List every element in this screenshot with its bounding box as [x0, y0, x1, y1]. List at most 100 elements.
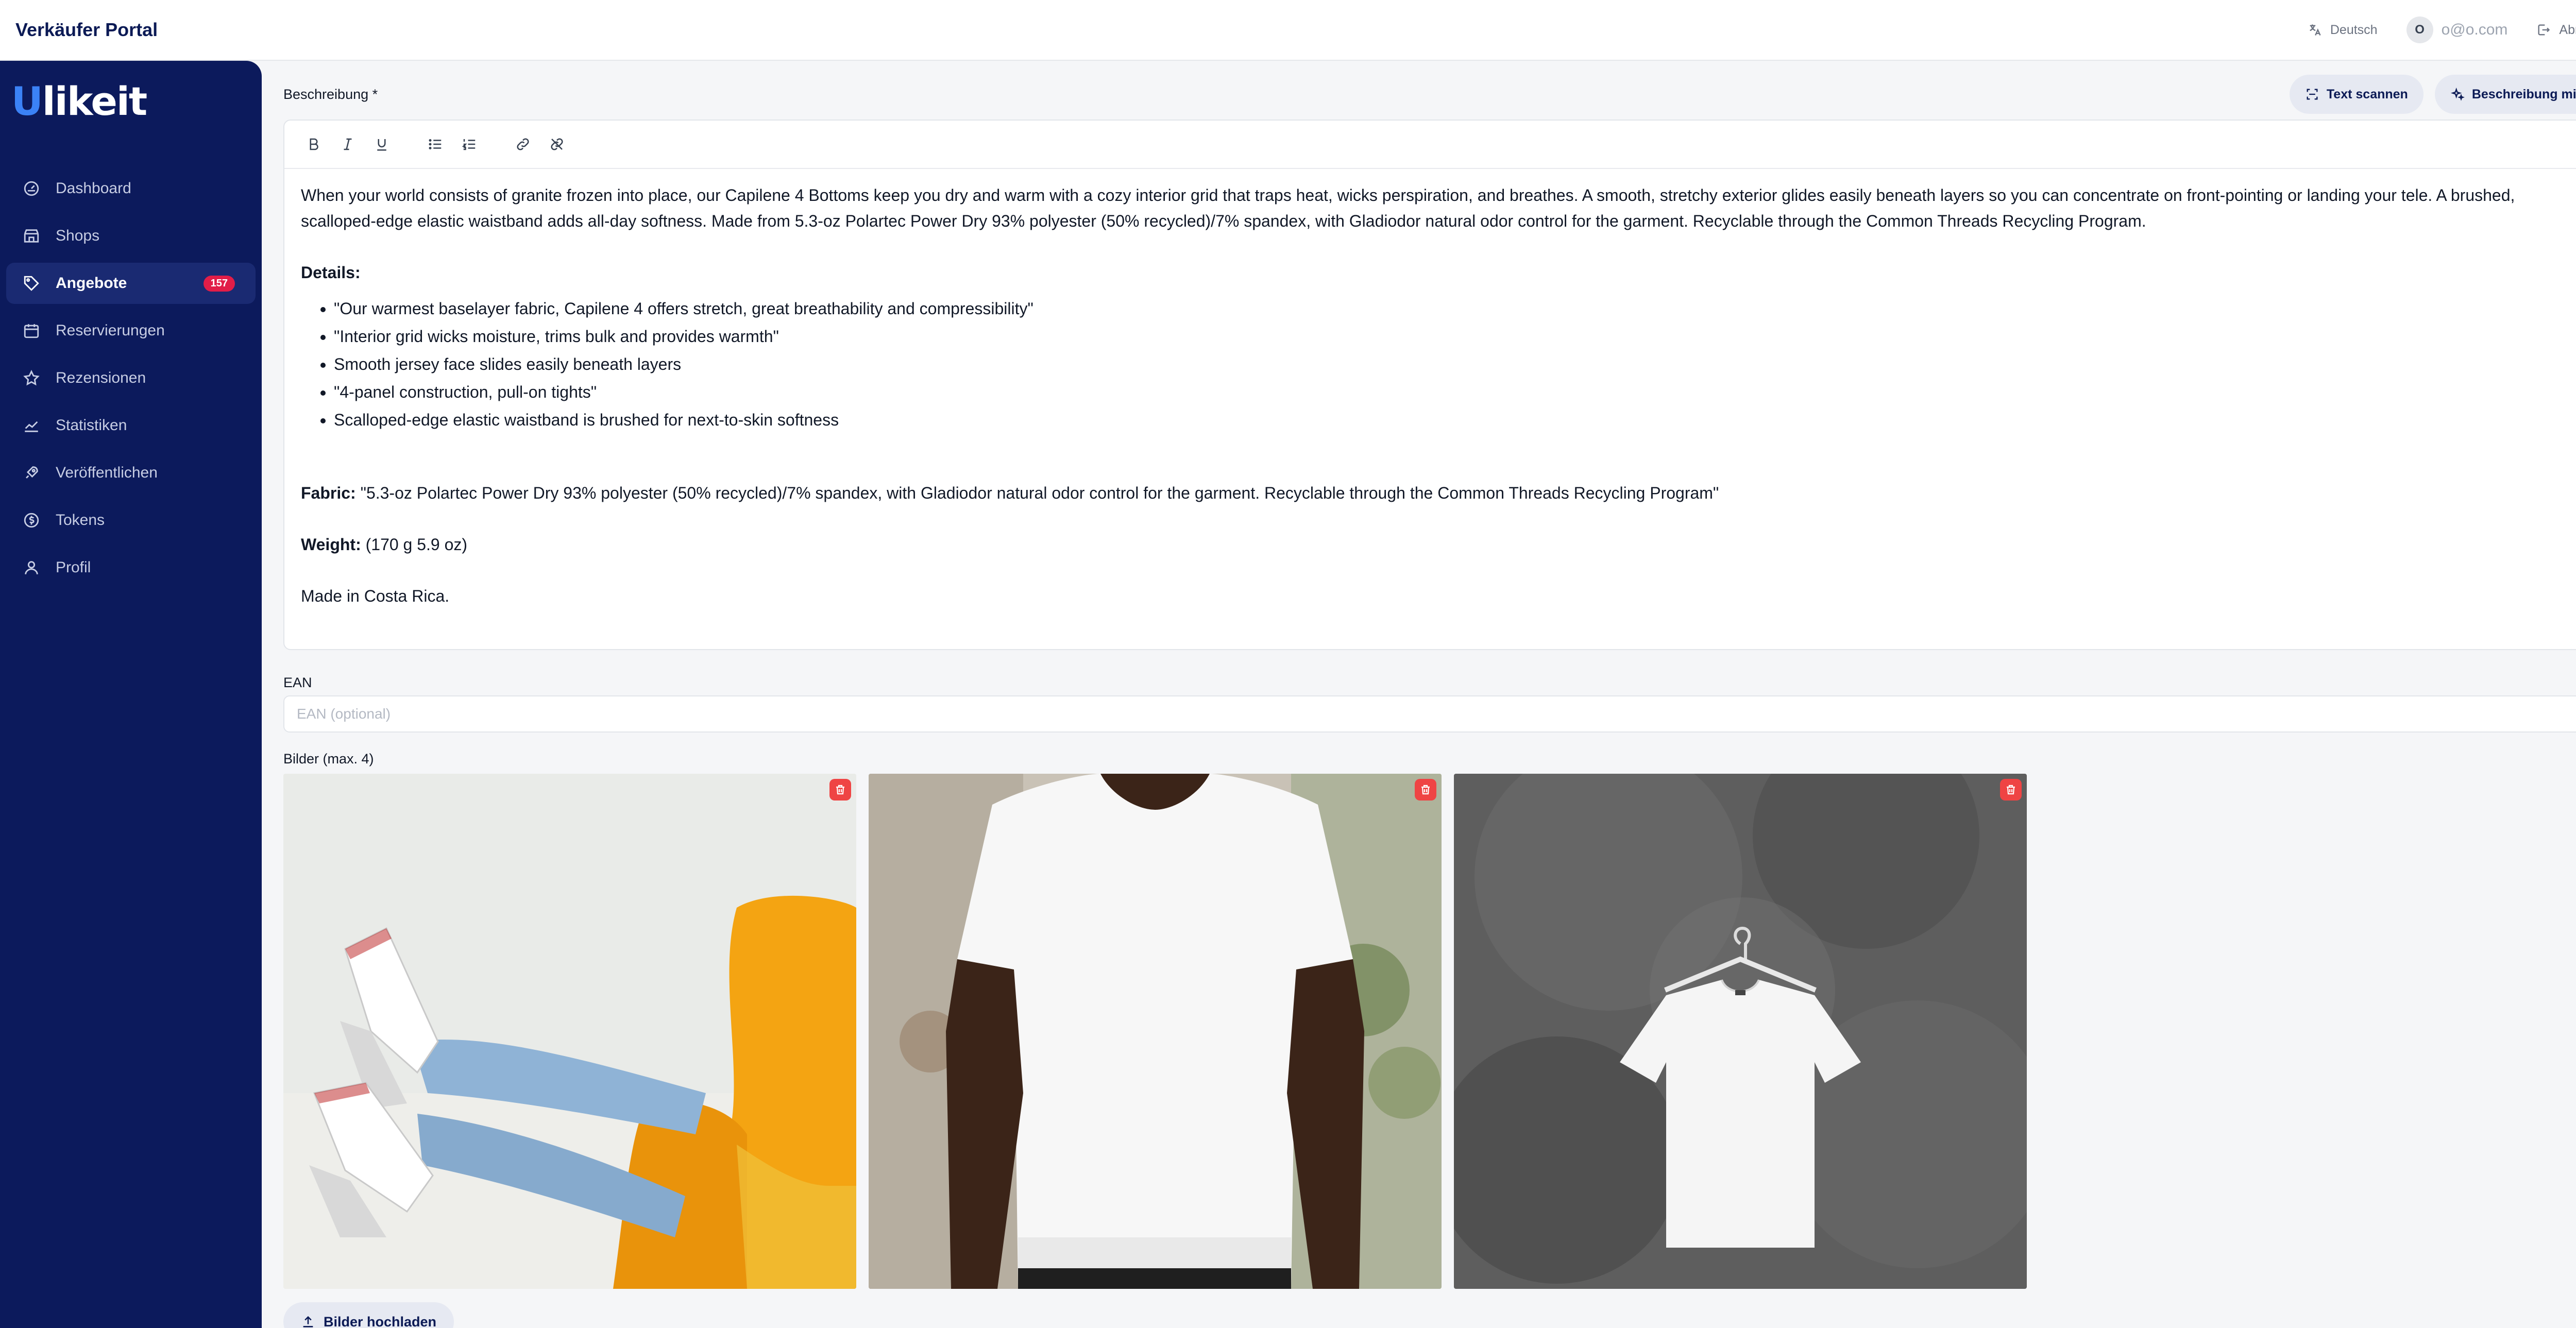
user-email: o@o.com	[2441, 21, 2508, 38]
bold-button[interactable]	[303, 133, 325, 155]
ean-label: EAN	[283, 675, 312, 690]
gauge-icon	[24, 181, 39, 196]
logout-icon	[2538, 24, 2550, 36]
sidebar-item-label: Angebote	[56, 275, 127, 292]
details-list: "Our warmest baselayer fabric, Capilene …	[334, 295, 2576, 434]
fabric-label: Fabric:	[301, 484, 356, 502]
logout-label: Abmelden	[2559, 22, 2576, 37]
description-label: Beschreibung *	[283, 86, 378, 102]
app-title: Verkäufer Portal	[15, 19, 158, 40]
product-image[interactable]	[283, 774, 856, 1289]
product-photo-tshirt-worn	[869, 774, 1442, 1289]
fabric-text: "5.3-oz Polartec Power Dry 93% polyester…	[355, 484, 1719, 502]
editor-toolbar	[284, 121, 2576, 169]
language-switcher[interactable]: Deutsch	[2308, 23, 2378, 38]
numbered-list-icon	[462, 139, 476, 150]
main-content: Beschreibung * Text scannen Beschreibung…	[283, 61, 2576, 1328]
tag-icon	[24, 276, 39, 291]
sidebar-nav: Dashboard Shops Angebote 157 Reservierun…	[6, 168, 256, 594]
sidebar: Ulikeit Dashboard Shops Angebote 157 Res…	[0, 61, 262, 1328]
sidebar-item-label: Tokens	[56, 512, 105, 529]
product-image[interactable]	[1454, 774, 2027, 1289]
numbered-list-button[interactable]	[459, 133, 480, 155]
editor-content[interactable]: When your world consists of granite froz…	[284, 169, 2576, 648]
weight-label: Weight:	[301, 535, 361, 554]
logo-prefix: U	[11, 78, 43, 124]
brand-logo[interactable]: Ulikeit	[11, 75, 148, 127]
description-header: Beschreibung * Text scannen Beschreibung…	[283, 75, 2576, 114]
bullet-list-button[interactable]	[425, 133, 446, 155]
italic-button[interactable]	[337, 133, 359, 155]
list-item: "Our warmest baselayer fabric, Capilene …	[334, 295, 2576, 322]
sidebar-item-statistiken[interactable]: Statistiken	[6, 405, 256, 446]
trash-icon	[1421, 785, 1430, 795]
delete-image-button[interactable]	[2000, 779, 2022, 801]
sidebar-item-veroeffentlichen[interactable]: Veröffentlichen	[6, 452, 256, 493]
translate-icon	[2310, 24, 2321, 36]
details-heading: Details:	[301, 263, 361, 282]
product-image[interactable]	[869, 774, 1442, 1289]
scan-text-label: Text scannen	[2326, 87, 2408, 101]
calendar-icon	[24, 324, 39, 338]
trash-icon	[836, 785, 844, 795]
link-button[interactable]	[512, 133, 534, 155]
offers-count-badge: 157	[203, 275, 235, 292]
product-photo-tshirt-hanger	[1454, 774, 2027, 1289]
rich-text-editor[interactable]: When your world consists of granite froz…	[283, 120, 2576, 650]
upload-images-label: Bilder hochladen	[324, 1314, 437, 1328]
italic-icon	[344, 138, 352, 150]
sparkles-icon	[2450, 87, 2465, 101]
delete-image-button[interactable]	[829, 779, 851, 801]
weight-text: (170 g 5.9 oz)	[361, 535, 468, 554]
underline-button[interactable]	[371, 133, 393, 155]
sidebar-item-reservierungen[interactable]: Reservierungen	[6, 310, 256, 351]
avatar: O	[2406, 16, 2433, 43]
list-item: "Interior grid wicks moisture, trims bul…	[334, 322, 2576, 350]
sidebar-item-tokens[interactable]: Tokens	[6, 500, 256, 541]
chart-line-icon	[25, 421, 38, 432]
ean-input[interactable]	[283, 695, 2576, 733]
sidebar-item-profil[interactable]: Profil	[6, 547, 256, 588]
description-intro: When your world consists of granite froz…	[301, 186, 2515, 230]
sidebar-item-rezensionen[interactable]: Rezensionen	[6, 357, 256, 399]
store-icon	[24, 229, 39, 243]
sidebar-item-label: Veröffentlichen	[56, 464, 158, 481]
fabric-line: Fabric: "5.3-oz Polartec Power Dry 93% p…	[301, 480, 2576, 506]
scan-text-button[interactable]: Text scannen	[2289, 75, 2424, 114]
upload-icon	[303, 1316, 313, 1327]
weight-line: Weight: (170 g 5.9 oz)	[301, 532, 2576, 557]
link-icon	[517, 138, 529, 150]
list-item: "4-panel construction, pull-on tights"	[334, 378, 2576, 406]
logout-button[interactable]: Abmelden	[2536, 23, 2576, 38]
delete-image-button[interactable]	[1415, 779, 1436, 801]
unlink-button[interactable]	[546, 133, 568, 155]
ai-description-label: Beschreibung mit AI	[2471, 87, 2576, 101]
sidebar-item-label: Dashboard	[56, 180, 131, 197]
sidebar-item-label: Shops	[56, 227, 100, 244]
sidebar-item-label: Profil	[56, 559, 91, 576]
product-photo-sneakers	[283, 774, 856, 1289]
list-item: Scalloped-edge elastic waistband is brus…	[334, 406, 2576, 434]
images-label: Bilder (max. 4)	[283, 751, 374, 767]
logo-rest: likeit	[42, 78, 148, 124]
ai-description-button[interactable]: Beschreibung mit AI	[2434, 75, 2576, 114]
coin-icon	[24, 513, 39, 528]
top-bar: Verkäufer Portal Deutsch O o@o.com Abmel…	[0, 0, 2576, 61]
origin-line: Made in Costa Rica.	[301, 587, 450, 605]
unlink-icon	[551, 138, 563, 150]
rocket-icon	[26, 466, 38, 479]
bullet-list-icon	[429, 139, 442, 149]
bold-icon	[310, 138, 318, 150]
sidebar-item-shops[interactable]: Shops	[6, 215, 256, 257]
star-icon	[23, 369, 40, 386]
scan-icon	[2307, 89, 2318, 100]
upload-images-button[interactable]: Bilder hochladen	[283, 1302, 454, 1328]
sidebar-item-label: Statistiken	[56, 417, 127, 434]
sidebar-item-label: Rezensionen	[56, 369, 146, 386]
sidebar-item-dashboard[interactable]: Dashboard	[6, 168, 256, 209]
user-menu[interactable]: O o@o.com	[2406, 16, 2508, 43]
sidebar-item-label: Reservierungen	[56, 322, 165, 339]
language-label: Deutsch	[2330, 22, 2378, 37]
underline-icon	[377, 139, 386, 151]
sidebar-item-angebote[interactable]: Angebote 157	[6, 263, 256, 304]
